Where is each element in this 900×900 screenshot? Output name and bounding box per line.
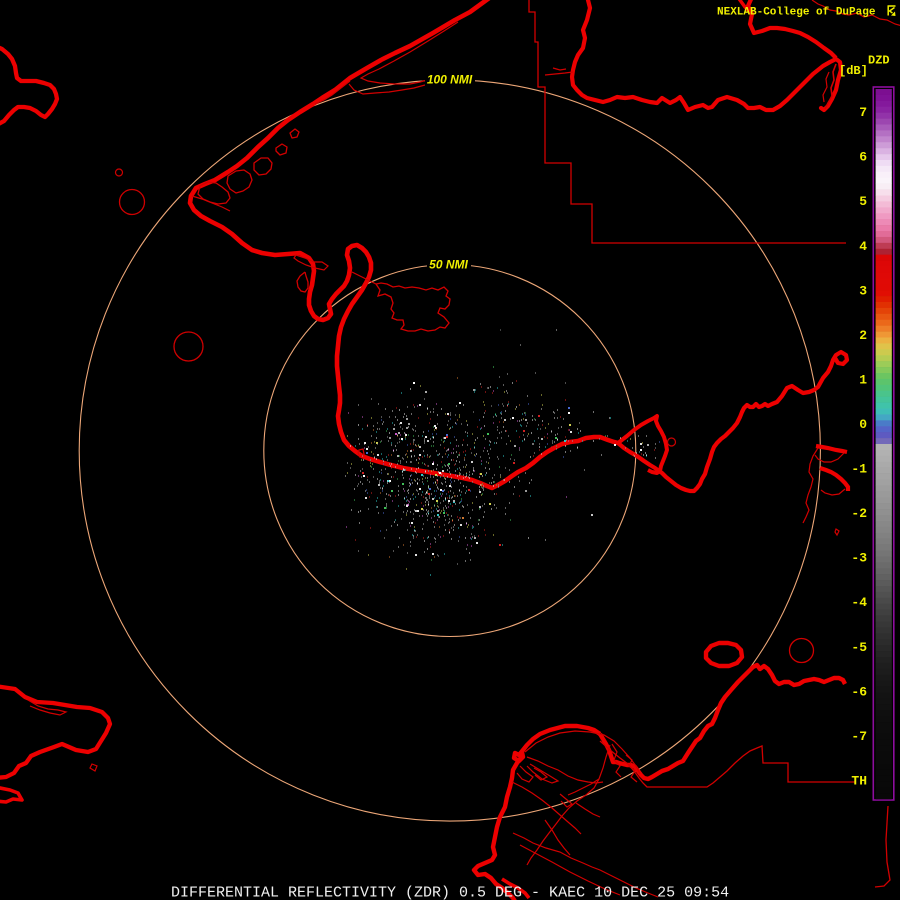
svg-text:100 NMI: 100 NMI [427, 72, 473, 86]
svg-text:-1: -1 [851, 462, 867, 477]
svg-text:DIFFERENTIAL REFLECTIVITY (ZDR: DIFFERENTIAL REFLECTIVITY (ZDR) 0.5 DEG … [171, 884, 729, 900]
svg-text:5: 5 [859, 194, 867, 209]
svg-text:-7: -7 [851, 729, 867, 744]
svg-text:7: 7 [859, 105, 867, 120]
svg-text:TH: TH [851, 774, 867, 789]
svg-text:1: 1 [859, 372, 867, 387]
svg-text:-6: -6 [851, 684, 867, 699]
svg-text:-3: -3 [851, 551, 867, 566]
svg-text:[dB]: [dB] [839, 64, 868, 78]
svg-text:-2: -2 [851, 506, 867, 521]
svg-text:DZD: DZD [868, 54, 890, 68]
svg-text:2: 2 [859, 328, 867, 343]
svg-text:0: 0 [859, 417, 867, 432]
svg-text:50 NMI: 50 NMI [429, 258, 468, 272]
svg-text:-5: -5 [851, 640, 867, 655]
svg-text:3: 3 [859, 283, 867, 298]
svg-text:6: 6 [859, 150, 867, 165]
svg-text:-4: -4 [851, 595, 867, 610]
svg-text:4: 4 [859, 239, 867, 254]
svg-text:NEXLAB-College of DuPage: NEXLAB-College of DuPage [717, 6, 876, 18]
